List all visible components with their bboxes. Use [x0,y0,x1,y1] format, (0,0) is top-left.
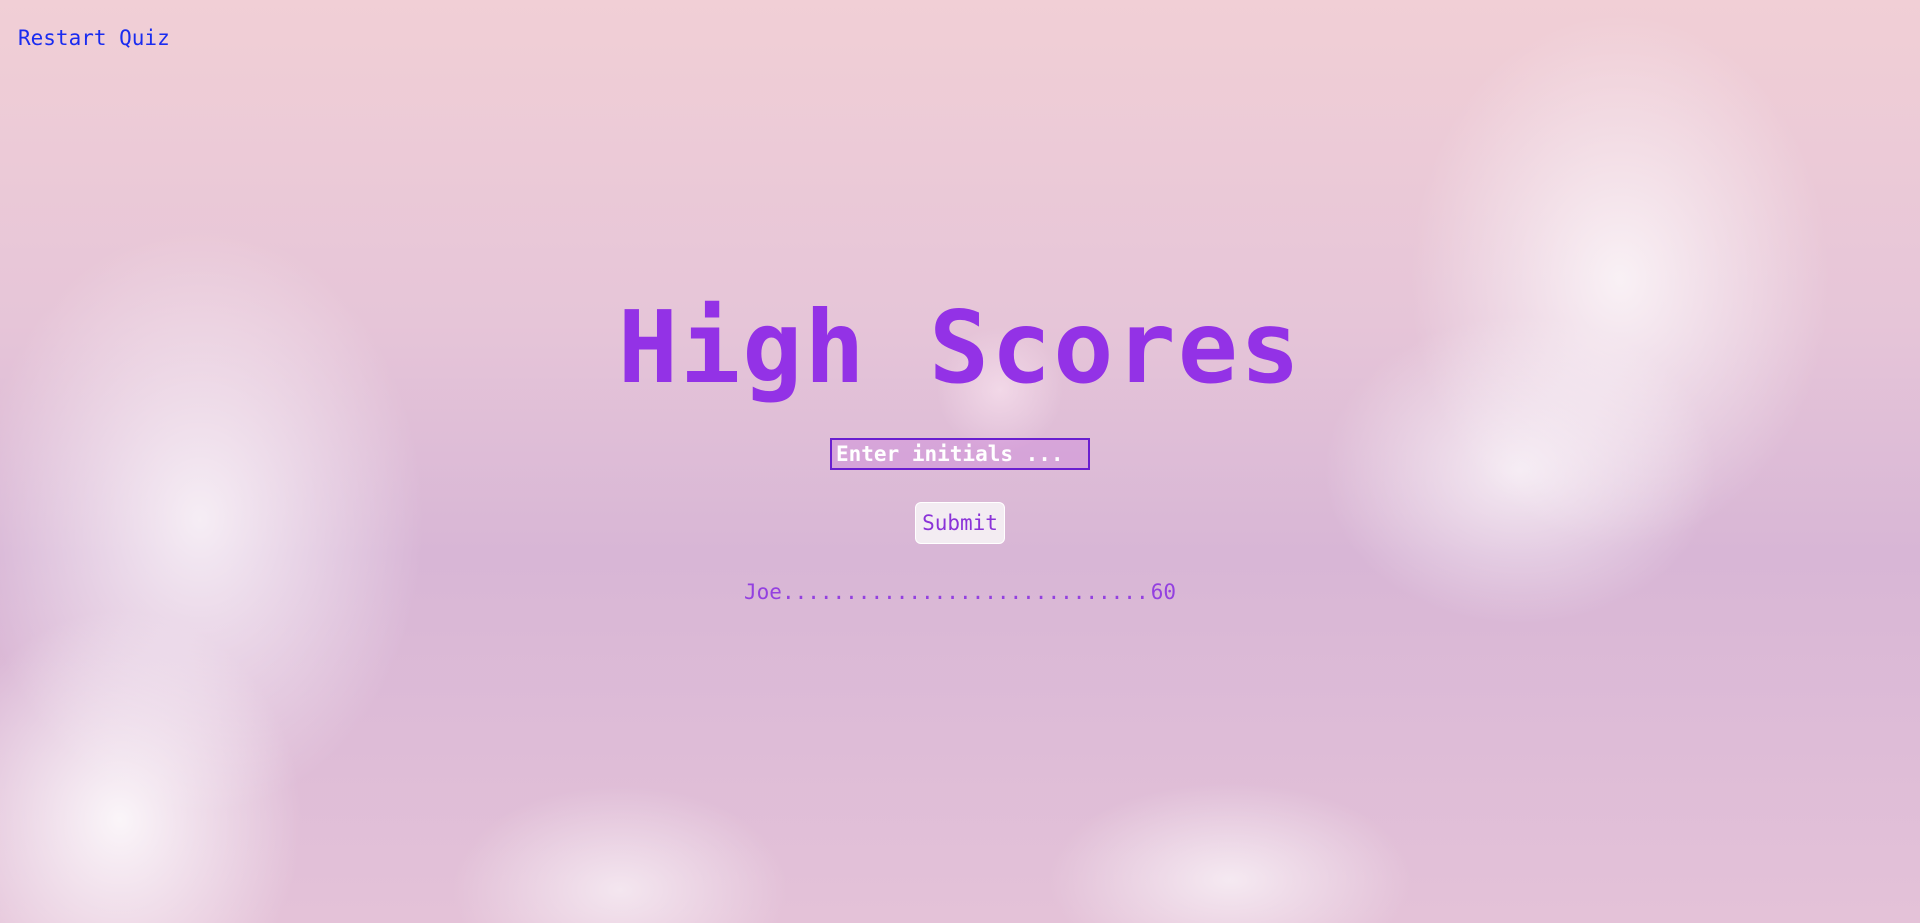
score-name: Joe [744,580,782,604]
scores-list: Joe .............................. 60 [744,580,1176,604]
high-scores-panel: High Scores Submit Joe .................… [0,0,1920,620]
initials-input[interactable] [830,438,1090,470]
score-row: Joe .............................. 60 [744,580,1176,604]
score-value: 60 [1150,580,1176,604]
score-leader-dots: .............................. [781,580,1151,604]
page-title: High Scores [617,289,1303,406]
submit-button[interactable]: Submit [915,502,1005,544]
